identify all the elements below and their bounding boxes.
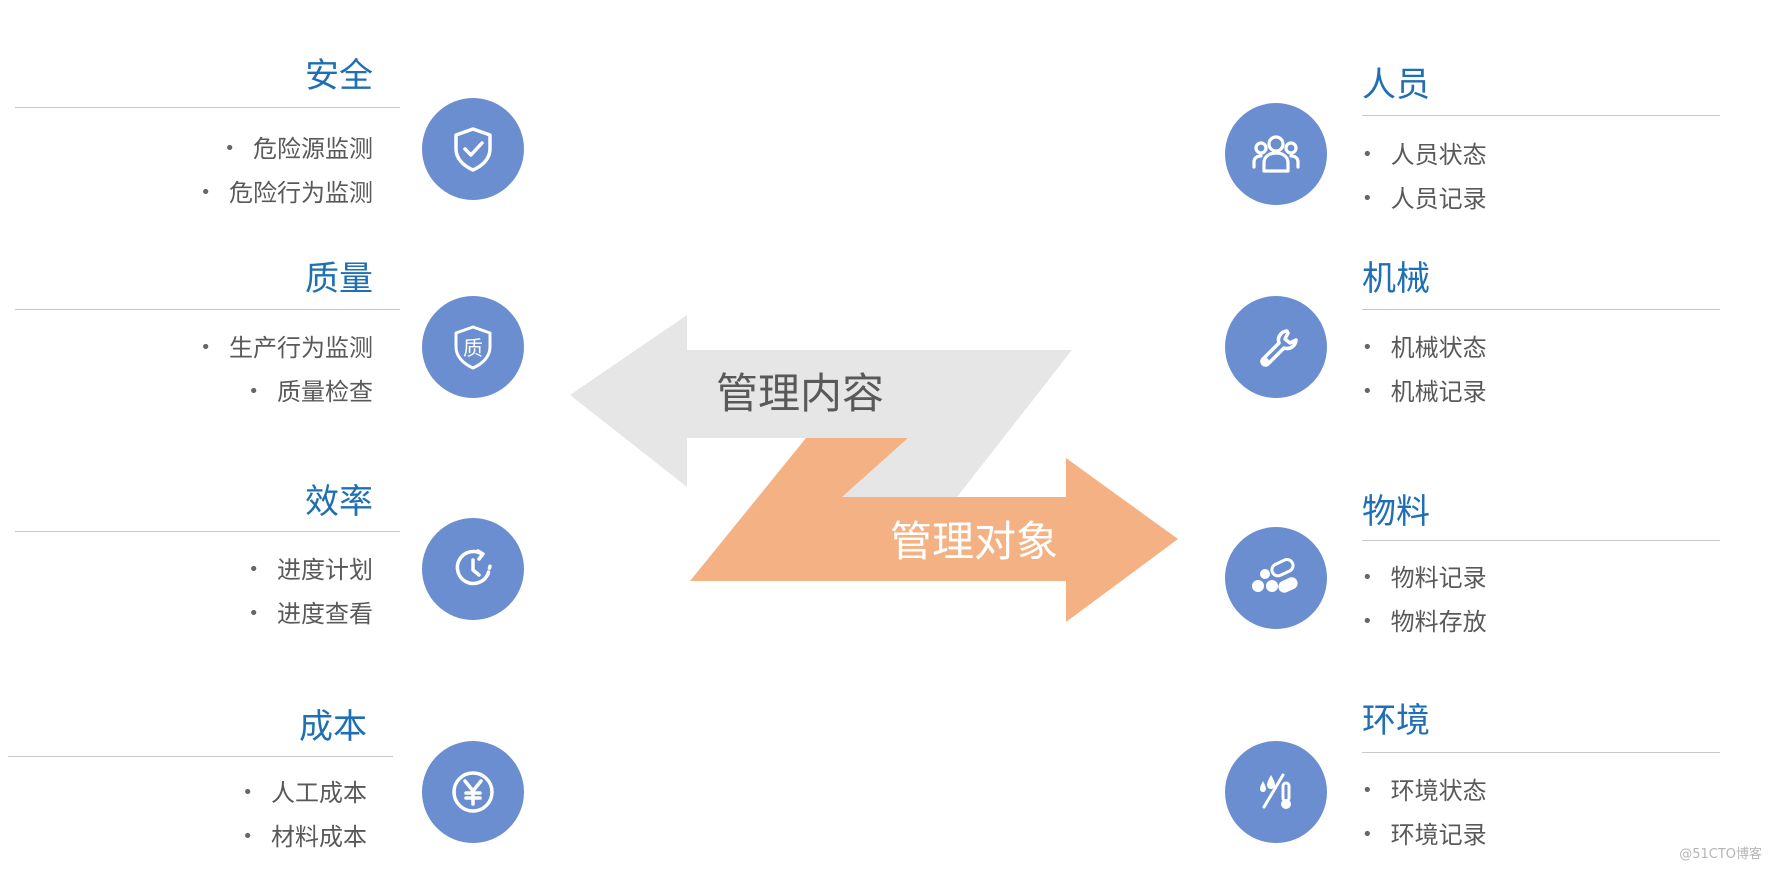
list-item: • 物料存放 xyxy=(1362,608,1487,636)
clock-icon xyxy=(422,518,524,620)
environment-icon xyxy=(1225,741,1327,843)
divider xyxy=(15,107,400,108)
shield-check-icon xyxy=(422,98,524,200)
people-icon xyxy=(1225,103,1327,205)
group-title: 人员 xyxy=(1362,65,1430,105)
divider xyxy=(8,756,393,757)
divider xyxy=(1362,115,1720,116)
yen-icon xyxy=(422,741,524,843)
list-item: • 机械记录 xyxy=(1362,378,1487,406)
list-item: • 危险源监测 xyxy=(224,135,373,163)
group-title: 机械 xyxy=(1362,259,1430,299)
list-item: • 环境记录 xyxy=(1362,821,1487,849)
svg-text:质: 质 xyxy=(463,336,483,360)
group-title: 环境 xyxy=(1362,701,1430,741)
list-item: • 生产行为监测 xyxy=(200,334,373,362)
list-item: • 人员状态 xyxy=(1362,141,1487,169)
list-item: • 质量检查 xyxy=(248,378,373,406)
group-title: 质量 xyxy=(305,259,373,299)
divider xyxy=(1362,540,1720,541)
manage-content-label: 管理内容 xyxy=(716,369,885,418)
list-item: • 危险行为监测 xyxy=(200,179,373,207)
divider xyxy=(1362,309,1720,310)
manage-object-label: 管理对象 xyxy=(890,517,1059,566)
list-item: • 物料记录 xyxy=(1362,564,1487,592)
watermark: @51CTO博客 xyxy=(1679,847,1762,862)
list-item: • 机械状态 xyxy=(1362,334,1487,362)
divider xyxy=(15,309,400,310)
divider xyxy=(15,531,400,532)
list-item: • 进度查看 xyxy=(248,600,373,628)
materials-icon xyxy=(1225,527,1327,629)
divider xyxy=(1362,752,1720,753)
group-title: 成本 xyxy=(299,707,367,747)
list-item: • 人员记录 xyxy=(1362,185,1487,213)
center-arrows xyxy=(570,315,1178,622)
list-item: • 材料成本 xyxy=(242,823,367,851)
quality-shield-icon: 质 xyxy=(422,296,524,398)
list-item: • 环境状态 xyxy=(1362,777,1487,805)
list-item: • 进度计划 xyxy=(248,556,373,584)
wrench-icon xyxy=(1225,296,1327,398)
group-title: 物料 xyxy=(1362,492,1430,532)
group-title: 安全 xyxy=(305,56,373,96)
list-item: • 人工成本 xyxy=(242,779,367,807)
group-title: 效率 xyxy=(305,482,373,522)
